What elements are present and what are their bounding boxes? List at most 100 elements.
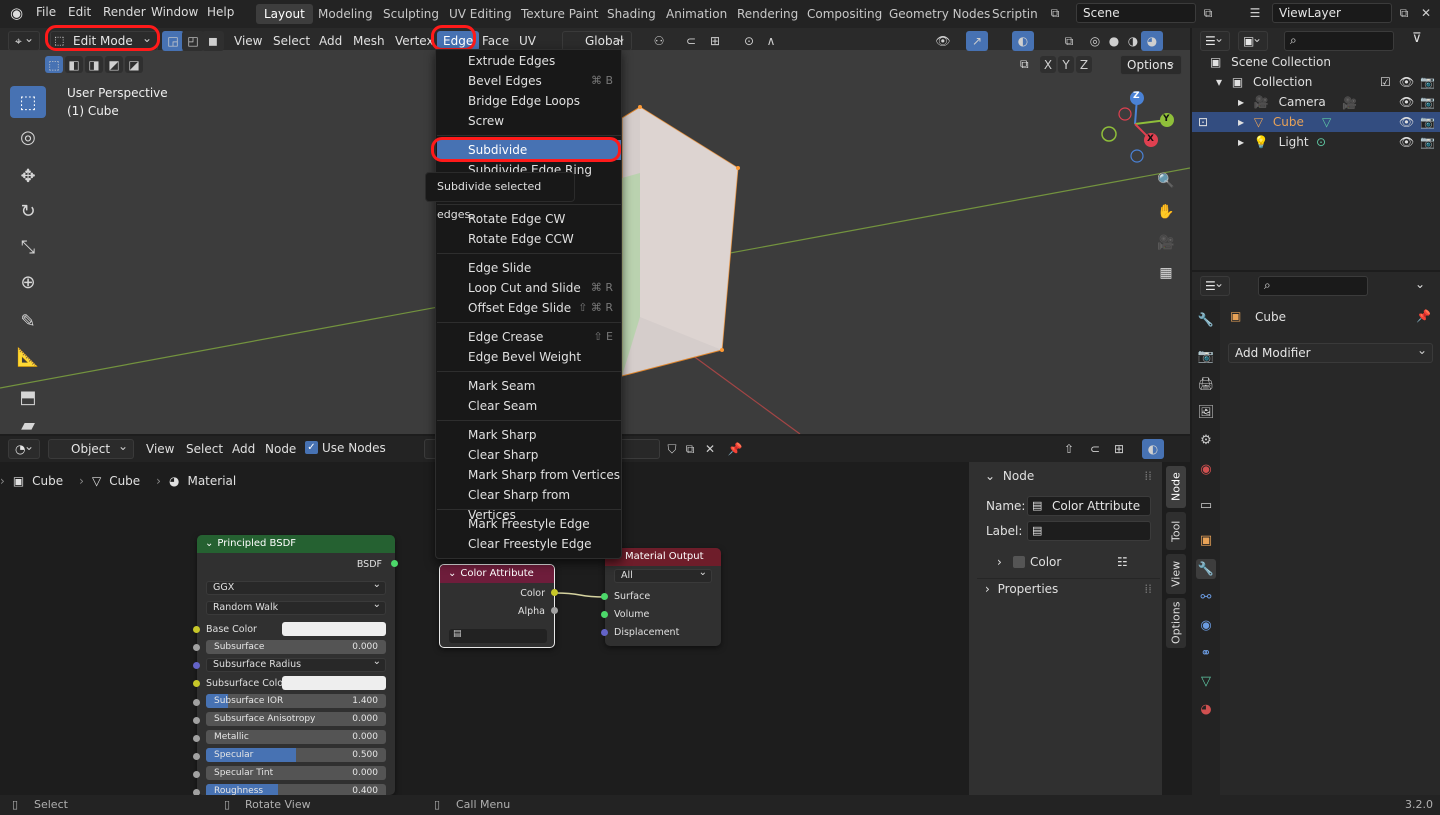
edge-menu-item-screw[interactable]: Screw xyxy=(437,111,621,131)
camera-render-icon[interactable]: 📷 xyxy=(1420,132,1435,152)
properties-editor-type-icon[interactable]: ☰ xyxy=(1200,274,1230,296)
sidebar-tab-options[interactable]: Options xyxy=(1166,598,1186,648)
eye-icon[interactable]: 👁 xyxy=(1399,112,1414,132)
snap-icon[interactable]: ⊂ xyxy=(680,31,702,51)
tool-tab-icon[interactable]: 🔧 xyxy=(1196,310,1216,330)
edge-menu-item-mark-seam[interactable]: Mark Seam xyxy=(437,376,621,396)
subsurface-radius-dropdown[interactable]: Subsurface Radius xyxy=(206,656,386,672)
specular-socket[interactable] xyxy=(193,753,200,760)
node-menu-view[interactable]: View xyxy=(140,439,180,459)
editor-type-icon[interactable]: ⌖ xyxy=(8,29,40,51)
eye-icon[interactable]: 👁 xyxy=(1399,72,1414,92)
constraints-tab-icon[interactable]: ⚭ xyxy=(1196,643,1216,663)
slider-specular[interactable]: Specular 0.500 xyxy=(206,748,386,762)
eye-icon[interactable]: 👁 xyxy=(1399,132,1414,152)
workspace-tab-sculpting[interactable]: Sculpting xyxy=(375,4,447,24)
volume-input-socket[interactable] xyxy=(601,611,608,618)
edit-mode-indicator-icon[interactable]: ⊡ xyxy=(1198,112,1208,132)
select-intersect-icon[interactable]: ◪ xyxy=(125,56,143,73)
camera-view-icon[interactable]: 🎥 xyxy=(1154,231,1178,255)
gizmo-toggle-icon[interactable]: ↗ xyxy=(966,31,988,51)
chevron-down-icon[interactable]: ⌄ xyxy=(1415,277,1425,291)
surface-input-socket[interactable] xyxy=(601,593,608,600)
eye-icon[interactable]: 👁 xyxy=(1399,92,1414,112)
falloff-icon[interactable]: ∧ xyxy=(760,31,782,51)
unlink-material-icon[interactable]: ✕ xyxy=(699,439,721,459)
viewport-menu-face[interactable]: Face xyxy=(476,31,515,51)
vertex-select-icon[interactable]: ◲ xyxy=(162,31,184,51)
viewport-menu-select[interactable]: Select xyxy=(267,31,316,51)
mirror-x-toggle[interactable]: X xyxy=(1040,56,1056,73)
workspace-tab-compositing[interactable]: Compositing xyxy=(799,4,890,24)
subsurface-anisotropy-socket[interactable] xyxy=(193,717,200,724)
expand-arrow-icon[interactable]: › xyxy=(985,582,990,596)
select-box-tool-icon[interactable]: ⬚ xyxy=(10,86,46,118)
color-output-socket[interactable] xyxy=(551,589,558,596)
menu-edit[interactable]: Edit xyxy=(68,5,91,19)
node-menu-node[interactable]: Node xyxy=(259,439,302,459)
node-panel-header[interactable]: ⌄ Node ⁞⁞ xyxy=(977,466,1160,486)
principled-bsdf-node[interactable]: ⌄Principled BSDF BSDF GGX Random Walk Ba… xyxy=(197,535,395,795)
edge-menu-item-loop-cut-and-slide[interactable]: Loop Cut and Slide ⌘ R xyxy=(437,278,621,298)
mirror-z-toggle[interactable]: Z xyxy=(1076,56,1092,73)
node-name-field[interactable]: Color Attribute xyxy=(1027,496,1151,516)
select-new-icon[interactable]: ⬚ xyxy=(45,56,63,73)
new-viewlayer-icon[interactable]: ⧉ xyxy=(1393,3,1415,23)
slider-metallic[interactable]: Metallic 0.000 xyxy=(206,730,386,744)
edge-menu-item-clear-seam[interactable]: Clear Seam xyxy=(437,396,621,416)
object-tab-icon[interactable]: ▣ xyxy=(1196,530,1216,550)
mirror-y-toggle[interactable]: Y xyxy=(1058,56,1074,73)
display-mode-icon[interactable]: ▣ xyxy=(1238,29,1268,51)
viewlayer-browse-icon[interactable]: ☰ xyxy=(1244,3,1266,23)
drag-handle-icon[interactable]: ⁞⁞ xyxy=(1144,466,1152,486)
subsurface-color-swatch[interactable] xyxy=(282,676,386,690)
node-menu-select[interactable]: Select xyxy=(180,439,229,459)
snap-target-icon[interactable]: ⊞ xyxy=(704,31,726,51)
edge-menu-item-offset-edge-slide[interactable]: Offset Edge Slide ⇧ ⌘ R xyxy=(437,298,621,318)
object-mode-dropdown[interactable]: Object xyxy=(48,437,134,459)
outliner-item-camera[interactable]: ▸ 🎥 Camera 🎥 👁 📷 xyxy=(1192,92,1440,112)
edge-menu-item-extrude-edges[interactable]: Extrude Edges xyxy=(437,51,621,71)
menu-window[interactable]: Window xyxy=(151,5,198,19)
select-invert-icon[interactable]: ◩ xyxy=(105,56,123,73)
outliner-editor-type-icon[interactable]: ☰ xyxy=(1200,29,1230,51)
metallic-socket[interactable] xyxy=(193,735,200,742)
perspective-toggle-icon[interactable]: ▦ xyxy=(1154,261,1178,285)
viewport-menu-uv[interactable]: UV xyxy=(513,31,542,51)
slider-roughness[interactable]: Roughness 0.400 xyxy=(206,784,386,795)
bsdf-output-socket[interactable] xyxy=(391,560,398,567)
annotate-tool-icon[interactable]: ✎ xyxy=(10,305,46,337)
alpha-output-socket[interactable] xyxy=(551,607,558,614)
expand-arrow-icon[interactable]: ▸ xyxy=(1238,115,1244,129)
workspace-tab-shading[interactable]: Shading xyxy=(599,4,664,24)
options-dropdown[interactable]: Options xyxy=(1120,53,1182,75)
node-snap-target-icon[interactable]: ⊞ xyxy=(1108,439,1130,459)
menu-render[interactable]: Render xyxy=(103,5,146,19)
edge-menu-item-bevel-edges[interactable]: Bevel Edges ⌘ B xyxy=(437,71,621,91)
outliner-item-light[interactable]: ▸ 💡 Light ⊙ 👁 📷 xyxy=(1192,132,1440,152)
scale-tool-icon[interactable]: ⤡ xyxy=(10,231,46,263)
workspace-tab-uv-editing[interactable]: UV Editing xyxy=(441,4,520,24)
scene-tab-icon[interactable]: ⚙ xyxy=(1196,430,1216,450)
extrude-tool-icon[interactable]: ▰ xyxy=(10,415,46,435)
pan-hand-icon[interactable]: ✋ xyxy=(1154,200,1178,224)
edge-menu-item-edge-crease[interactable]: Edge Crease ⇧ E xyxy=(437,327,621,347)
color-attribute-node[interactable]: ⌄ Color Attribute Color Alpha ▤ xyxy=(439,564,555,648)
workspace-tab-rendering[interactable]: Rendering xyxy=(729,4,806,24)
subsurface-socket[interactable] xyxy=(193,644,200,651)
mesh-data-icon[interactable]: ▽ xyxy=(1322,112,1331,132)
edge-menu-item-clear-freestyle-edge[interactable]: Clear Freestyle Edge xyxy=(437,534,621,554)
subsurface-radius-socket[interactable] xyxy=(193,662,200,669)
edge-menu-item-clear-sharp[interactable]: Clear Sharp xyxy=(437,445,621,465)
collapse-arrow-icon[interactable]: ⌄ xyxy=(985,469,995,483)
orientation-dropdown[interactable]: Global xyxy=(562,29,632,51)
edge-menu-item-edge-slide[interactable]: Edge Slide xyxy=(437,258,621,278)
pivot-icon[interactable]: ⚇ xyxy=(648,31,670,51)
edge-menu-item-rotate-edge-ccw[interactable]: Rotate Edge CCW xyxy=(437,229,621,249)
color-subpanel[interactable]: › Color ☷ xyxy=(997,552,1147,572)
slider-subsurface-anisotropy[interactable]: Subsurface Anisotropy 0.000 xyxy=(206,712,386,726)
subsurface-ior-socket[interactable] xyxy=(193,699,200,706)
slider-subsurface[interactable]: Subsurface 0.000 xyxy=(206,640,386,654)
add-modifier-dropdown[interactable]: Add Modifier xyxy=(1228,341,1433,363)
mode-dropdown[interactable]: Edit Mode xyxy=(50,29,158,51)
